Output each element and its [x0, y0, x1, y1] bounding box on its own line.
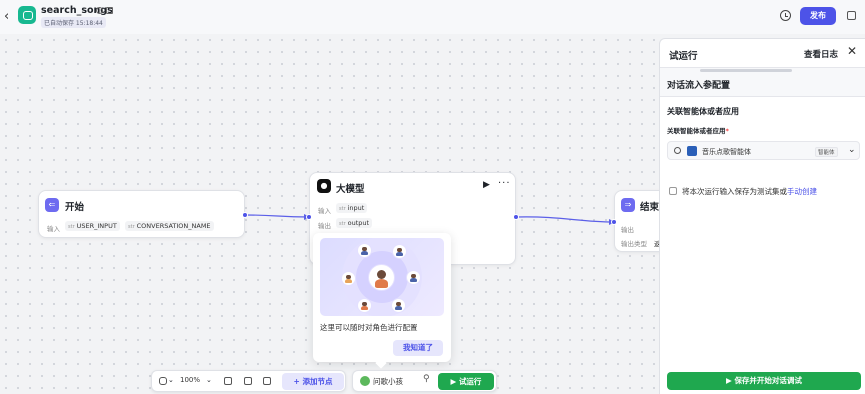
section-title: 对话流入参配置 — [667, 81, 731, 91]
trial-run-button[interactable]: ▶ 试运行 — [438, 373, 494, 390]
edge-start-llm — [245, 214, 309, 218]
llm-output-label: 输出 — [318, 222, 331, 230]
avatar — [407, 271, 420, 284]
avatar — [393, 245, 406, 258]
app-type-badge: 智能体 — [815, 147, 838, 157]
zoom-chevron-down-icon[interactable]: ⌄ — [206, 376, 212, 384]
search-icon — [674, 147, 681, 154]
agent-name[interactable]: 问歌小孩 — [373, 376, 403, 387]
llm-output-port[interactable] — [513, 214, 519, 220]
horizontal-scrollbar[interactable] — [700, 69, 792, 72]
debug-icon[interactable]: ⚲ — [423, 374, 430, 384]
publish-button[interactable]: 发布 — [800, 7, 836, 25]
end-output-type-label: 输出类型 — [621, 240, 647, 248]
avatar — [392, 299, 405, 312]
selected-app-name: 音乐点歌智能体 — [702, 148, 751, 156]
avatar — [342, 272, 355, 285]
add-node-button[interactable]: + 添加节点 — [282, 373, 344, 390]
mouse-mode-icon[interactable] — [159, 377, 167, 385]
linked-heading: 关联智能体或者应用 — [667, 107, 739, 116]
avatar — [358, 244, 371, 257]
param-tag: str USER_INPUT — [65, 221, 120, 231]
layout-icon[interactable] — [244, 377, 252, 385]
avatar — [369, 265, 394, 290]
app-select[interactable]: 音乐点歌智能体 智能体 ⌄ — [667, 141, 860, 160]
param-tag: str output — [336, 218, 373, 228]
start-output-port[interactable] — [242, 212, 248, 218]
copy-icon[interactable] — [847, 11, 856, 20]
start-input-label: 输入 — [47, 225, 60, 233]
save-testset-checkbox[interactable] — [669, 187, 677, 195]
view-log-link[interactable]: 查看日志 — [804, 48, 838, 60]
play-icon: ▶ — [450, 377, 459, 386]
agent-avatar-icon — [360, 376, 370, 386]
llm-input-label: 输入 — [318, 207, 331, 215]
llm-node-title: 大模型 — [336, 184, 365, 195]
llm-node-icon: ● — [317, 179, 331, 193]
chevron-down-icon[interactable]: ⌄ — [848, 145, 856, 155]
comment-icon[interactable] — [224, 377, 232, 385]
start-node-title: 开始 — [65, 202, 85, 213]
end-node-icon: ⇒ — [621, 198, 635, 212]
minimap-icon[interactable] — [263, 377, 271, 385]
run-node-icon[interactable]: ▶ — [483, 180, 490, 190]
got-it-button[interactable]: 我知道了 — [393, 340, 443, 356]
zoom-level[interactable]: 100% — [180, 376, 200, 384]
guide-popup: 这里可以随时对角色进行配置 我知道了 — [313, 233, 451, 362]
more-icon[interactable]: ··· — [498, 178, 511, 189]
llm-input-port[interactable] — [306, 214, 312, 220]
param-tag: str input — [336, 203, 368, 213]
panel-title: 试运行 — [669, 51, 698, 62]
start-node-icon: ⇐ — [45, 198, 59, 212]
end-input-port[interactable] — [611, 219, 617, 225]
trial-run-panel: 试运行 查看日志 ✕ 对话流入参配置 关联智能体或者应用 关联智能体或者应用* … — [659, 38, 865, 394]
app-icon — [687, 146, 697, 156]
history-icon[interactable] — [780, 10, 791, 21]
start-node[interactable]: ⇐ 开始 输入 str USER_INPUT str CONVERSATION_NA… — [38, 190, 245, 238]
checkbox-label: 将本次运行输入保存为测试集或手动创建 — [682, 187, 817, 196]
manual-create-link[interactable]: 手动创建 — [787, 187, 817, 196]
save-and-debug-button[interactable]: ▶ 保存并开始对话调试 — [667, 372, 861, 390]
guide-popup-text: 这里可以随时对角色进行配置 — [320, 323, 418, 332]
chevron-down-icon[interactable]: ⌄ — [168, 376, 174, 384]
field-label: 关联智能体或者应用* — [667, 127, 729, 135]
end-node-title: 结束 — [640, 202, 660, 213]
param-tag: str CONVERSATION_NAME — [125, 221, 214, 231]
close-icon[interactable]: ✕ — [847, 44, 857, 58]
edge-llm-end — [516, 216, 614, 223]
role-illustration — [320, 238, 444, 316]
avatar — [358, 299, 371, 312]
end-output-label: 输出 — [621, 226, 634, 234]
